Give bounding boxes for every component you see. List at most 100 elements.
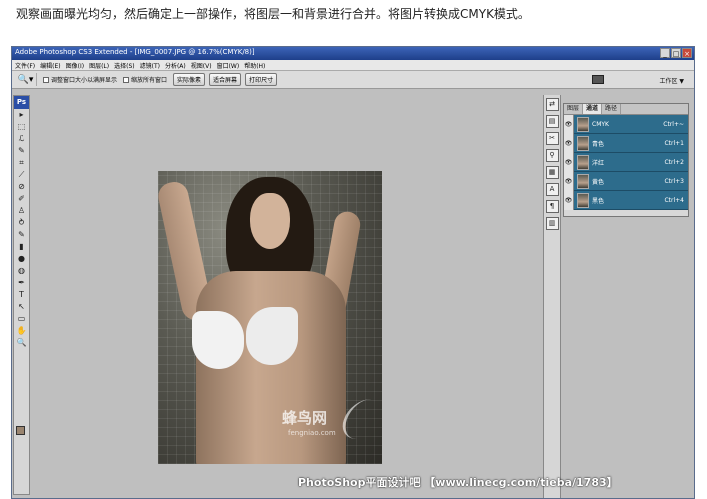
tool-presets-icon[interactable]: ✂ [545, 132, 559, 145]
zoom-icon[interactable]: 🔍▾ [15, 73, 37, 86]
brush-tool-icon[interactable]: ✐ [14, 193, 29, 205]
history-brush-tool-icon[interactable]: ⥁ [14, 217, 29, 229]
menu-window[interactable]: 窗口(W) [217, 61, 240, 70]
character-icon[interactable]: A [545, 183, 559, 196]
photo-bikini-right [246, 307, 298, 365]
menu-help[interactable]: 帮助(H) [244, 61, 265, 70]
zoom-all-windows-checkbox[interactable]: 缩放所有窗口 [123, 75, 167, 84]
path-selection-tool-icon[interactable]: ↖ [14, 301, 29, 313]
watermark-chinese: 蜂鸟网 [282, 409, 328, 427]
channel-row-cyan[interactable]: 👁 青色 Ctrl+1 [564, 133, 688, 153]
type-tool-icon[interactable]: T [14, 289, 29, 301]
channel-row-black[interactable]: 👁 黑色 Ctrl+4 [564, 190, 688, 210]
channel-row-yellow[interactable]: 👁 黄色 Ctrl+3 [564, 171, 688, 191]
options-bar: 🔍▾ 调整窗口大小以满屏显示 缩放所有窗口 实际像素 适合屏幕 打印尺寸 工作区… [12, 71, 694, 89]
clone-stamp-tool-icon[interactable]: ♙ [14, 205, 29, 217]
actual-pixels-button[interactable]: 实际像素 [173, 73, 206, 86]
watermark-url: fengniao.com [288, 429, 336, 437]
shape-tool-icon[interactable]: ▭ [14, 313, 29, 325]
zoom-all-windows-label: 缩放所有窗口 [131, 77, 168, 84]
toolbox: Ps ▸ ⬚ ℒ ✎ ⌗ ⟋ ⊘ ✐ ♙ ⥁ ✎ ▮ ● ◍ ✒ T ↖ ▭ ✋… [13, 95, 30, 495]
channel-thumbnail [577, 192, 589, 208]
channel-row-magenta[interactable]: 👁 洋红 Ctrl+2 [564, 152, 688, 172]
tab-layers[interactable]: 图层 [564, 104, 584, 114]
layer-comps-icon[interactable]: ▥ [545, 217, 559, 230]
channel-shortcut: Ctrl+1 [664, 139, 684, 147]
close-button[interactable]: × [682, 48, 692, 58]
navigator-icon[interactable]: ⇄ [545, 98, 559, 111]
slice-tool-icon[interactable]: ⟋ [14, 169, 29, 181]
eye-icon[interactable]: 👁 [564, 114, 574, 134]
resize-window-label: 调整窗口大小以满屏显示 [51, 77, 118, 84]
channel-name: 黄色 [592, 178, 605, 186]
channel-shortcut: Ctrl+2 [664, 158, 684, 166]
channel-thumbnail [577, 154, 589, 170]
magic-wand-tool-icon[interactable]: ✎ [14, 145, 29, 157]
foreground-color-swatch[interactable] [16, 426, 25, 435]
photo-bikini-left [192, 311, 244, 369]
menu-analysis[interactable]: 分析(A) [165, 61, 186, 70]
resize-window-checkbox[interactable]: 调整窗口大小以满屏显示 [43, 75, 117, 84]
eye-icon[interactable]: 👁 [564, 133, 574, 153]
channel-name: 洋红 [592, 159, 605, 167]
site-watermark: PhotoShop平面设计吧 【www.linecg.com/tieba/178… [298, 476, 618, 489]
menu-filter[interactable]: 滤镜(T) [140, 61, 160, 70]
window-title: Adobe Photoshop CS3 Extended - [IMG_0007… [15, 48, 255, 56]
eye-icon[interactable]: 👁 [564, 152, 574, 172]
image-canvas[interactable]: 蜂鸟网 fengniao.com [158, 171, 382, 464]
channel-name: 黑色 [592, 197, 605, 205]
hand-tool-icon[interactable]: ✋ [14, 325, 29, 337]
window-controls: _ □ × [660, 48, 692, 58]
move-tool-icon[interactable]: ▸ [14, 109, 29, 121]
clone-source-icon[interactable]: ▦ [545, 166, 559, 179]
healing-brush-tool-icon[interactable]: ⊘ [14, 181, 29, 193]
channel-row-cmyk[interactable]: 👁 CMYK Ctrl+~ [564, 114, 688, 134]
fit-screen-button[interactable]: 适合屏幕 [209, 73, 242, 86]
minimize-button[interactable]: _ [660, 48, 670, 58]
panel-dock: ⇄ ▤ ✂ ⚲ ▦ A ¶ ▥ [543, 95, 561, 498]
marquee-tool-icon[interactable]: ⬚ [14, 121, 29, 133]
menu-view[interactable]: 视图(V) [191, 61, 212, 70]
menu-bar: 文件(F) 编辑(E) 图像(I) 图层(L) 选择(S) 滤镜(T) 分析(A… [12, 60, 694, 71]
workspace-menu[interactable]: 工作区 ▼ [659, 76, 684, 85]
blur-tool-icon[interactable]: ● [14, 253, 29, 265]
tab-paths[interactable]: 路径 [602, 104, 622, 114]
menu-layer[interactable]: 图层(L) [89, 61, 109, 70]
eye-icon[interactable]: 👁 [564, 190, 574, 210]
title-bar[interactable]: Adobe Photoshop CS3 Extended - [IMG_0007… [12, 47, 694, 60]
channel-name: CMYK [592, 120, 609, 128]
menu-select[interactable]: 选择(S) [114, 61, 135, 70]
lasso-tool-icon[interactable]: ℒ [14, 133, 29, 145]
crop-tool-icon[interactable]: ⌗ [14, 157, 29, 169]
photoshop-window: Adobe Photoshop CS3 Extended - [IMG_0007… [11, 46, 695, 499]
pen-tool-icon[interactable]: ✒ [14, 277, 29, 289]
checkbox-box[interactable] [43, 76, 49, 83]
channels-panel: 图层 通道 路径 👁 CMYK Ctrl+~ 👁 青色 Ctrl+1 👁 洋红 … [563, 103, 689, 217]
maximize-button[interactable]: □ [671, 48, 681, 58]
photoshop-logo-icon: Ps [14, 96, 29, 109]
channel-name: 青色 [592, 140, 605, 148]
eraser-tool-icon[interactable]: ✎ [14, 229, 29, 241]
channel-shortcut: Ctrl+3 [664, 177, 684, 185]
channel-thumbnail [577, 135, 589, 151]
panel-tabs: 图层 通道 路径 [564, 104, 688, 115]
eye-icon[interactable]: 👁 [564, 171, 574, 191]
screen-mode-icon[interactable] [592, 75, 604, 84]
tab-channels[interactable]: 通道 [583, 104, 603, 114]
history-icon[interactable]: ▤ [545, 115, 559, 128]
brushes-icon[interactable]: ⚲ [545, 149, 559, 162]
photo-face [250, 193, 290, 249]
menu-file[interactable]: 文件(F) [15, 61, 35, 70]
dodge-tool-icon[interactable]: ◍ [14, 265, 29, 277]
channel-shortcut: Ctrl+~ [663, 120, 684, 128]
print-size-button[interactable]: 打印尺寸 [245, 73, 278, 86]
paragraph-icon[interactable]: ¶ [545, 200, 559, 213]
channel-shortcut: Ctrl+4 [664, 196, 684, 204]
zoom-tool-icon[interactable]: 🔍 [14, 337, 29, 349]
channel-thumbnail [577, 173, 589, 189]
tutorial-caption: 观察画面曝光均匀，然后确定上一部操作，将图层一和背景进行合并。将图片转换成CMY… [16, 7, 530, 21]
checkbox-box[interactable] [123, 76, 130, 83]
menu-image[interactable]: 图像(I) [66, 61, 84, 70]
menu-edit[interactable]: 编辑(E) [40, 61, 60, 70]
gradient-tool-icon[interactable]: ▮ [14, 241, 29, 253]
